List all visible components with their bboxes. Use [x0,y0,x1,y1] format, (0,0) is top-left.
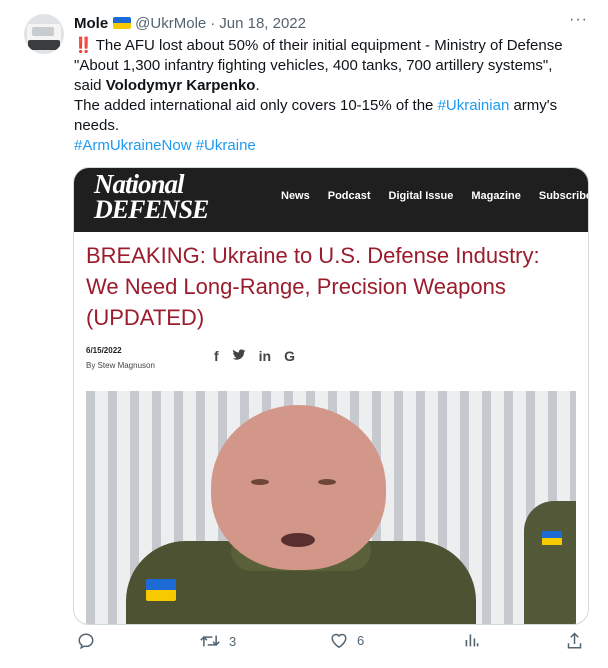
share-button[interactable] [566,632,583,650]
tweet-line: "About 1,300 infantry fighting vehicles,… [74,57,553,74]
nav-item-news: News [281,190,310,202]
eye [318,479,336,485]
like-count: 6 [357,633,365,648]
retweet-icon [200,632,220,650]
share-icons: f in G [214,348,308,364]
author-handle[interactable]: @UkrMole [135,15,206,32]
nav-item-digital-issue: Digital Issue [388,190,454,202]
tweet-line: The AFU lost about 50% of their initial … [95,37,563,54]
tweet[interactable]: Mole @UkrMole · Jun 18, 2022 ··· ‼️ The A… [0,0,608,668]
tweet-line: needs. [74,117,120,134]
retweet-button[interactable]: 3 [200,632,236,650]
eye [251,479,269,485]
nav-item-podcast: Podcast [327,190,371,202]
article-headline: BREAKING: Ukraine to U.S. Defense Indust… [86,243,540,330]
nav-item-magazine: Magazine [471,190,521,202]
more-options-icon[interactable]: ··· [569,11,588,29]
article-photo [86,391,576,624]
reply-button[interactable] [77,632,104,650]
views-button[interactable] [464,632,489,648]
hashtag-link[interactable]: #Ukraine [196,137,256,154]
article-byline: By Stew Magnuson [86,361,155,370]
person-name: Volodymyr Karpenko [105,77,256,94]
google-icon: G [284,348,296,364]
background-person [524,501,576,624]
site-nav: News Podcast Digital Issue Magazine Subs… [281,190,589,202]
tweet-line: said [74,77,106,94]
linkedin-icon: in [258,348,272,364]
tweet-line: The added international aid only covers … [74,97,438,114]
like-button[interactable]: 6 [330,632,364,649]
tweet-header: Mole @UkrMole · Jun 18, 2022 [74,13,306,33]
twitter-icon [232,348,246,364]
avatar-image-part [28,40,60,50]
double-exclamation-icon: ‼️ [74,37,93,54]
media-card[interactable]: National DEFENSE News Podcast Digital Is… [73,167,589,625]
avatar[interactable] [24,14,64,54]
tweet-line: army's [509,97,558,114]
hashtag-link[interactable]: #ArmUkraineNow [74,137,192,154]
share-icon [566,632,583,650]
author-name[interactable]: Mole [74,15,108,32]
mouth [281,533,315,547]
heart-icon [330,632,348,649]
tweet-text: ‼️ The AFU lost about 50% of their initia… [74,36,594,156]
separator: · [210,14,216,32]
ukraine-flag-icon [113,17,132,29]
ukraine-flag-patch-icon [542,531,562,545]
nav-item-subscribe: Subscribe [538,190,589,202]
reply-icon [77,632,95,650]
tweet-actions: 3 6 [72,632,592,656]
ukraine-flag-patch-icon [146,579,176,601]
retweet-count: 3 [229,633,237,649]
tweet-line: . [255,77,260,94]
avatar-image-part [32,27,54,36]
hashtag-link[interactable]: #Ukrainian [438,97,510,114]
site-header: National DEFENSE News Podcast Digital Is… [74,168,588,232]
tweet-date[interactable]: Jun 18, 2022 [219,15,306,32]
facebook-icon: f [214,348,219,364]
views-chart-icon [464,632,480,648]
article-date: 6/15/2022 [86,346,122,355]
national-defense-logo: National DEFENSE [94,169,209,224]
